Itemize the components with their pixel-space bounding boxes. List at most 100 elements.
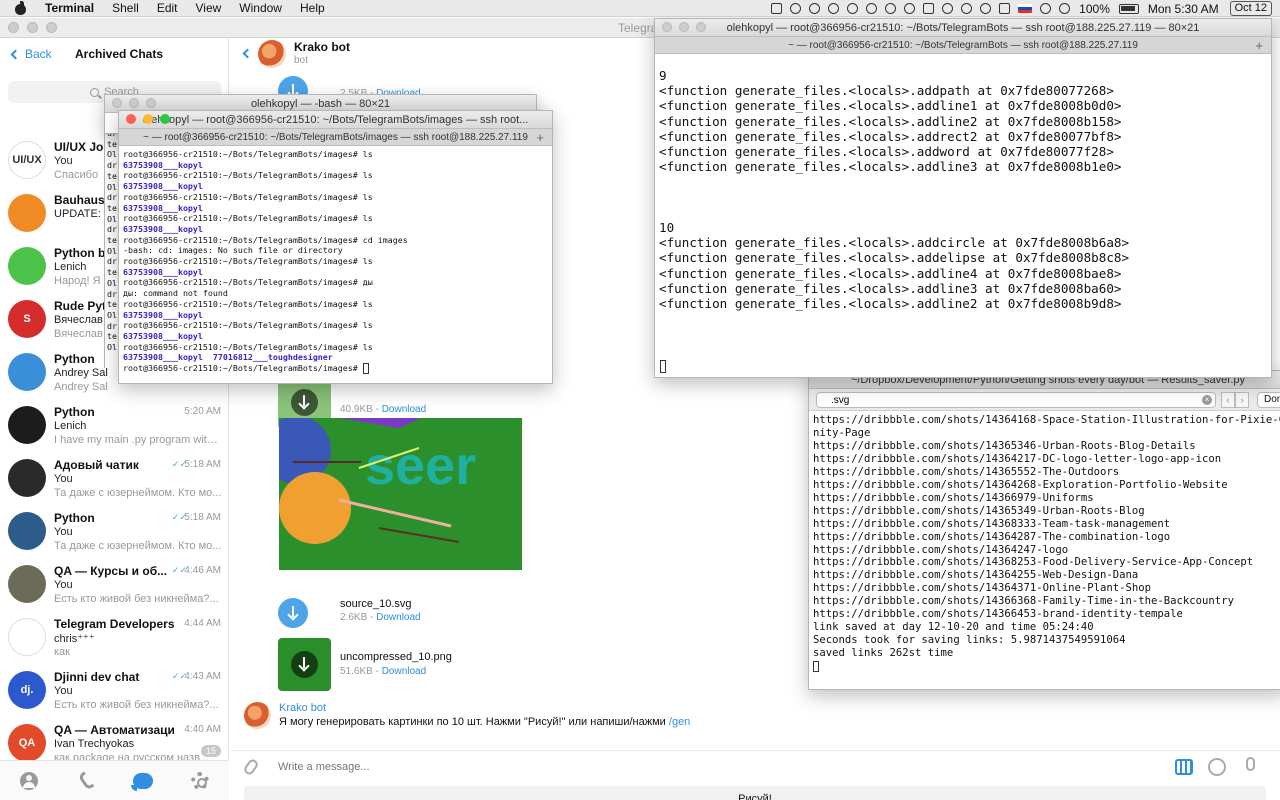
tab-settings[interactable]	[190, 771, 210, 791]
minimize-window-button[interactable]	[679, 22, 689, 32]
bluetooth-icon[interactable]	[961, 3, 973, 14]
chat-sender: Andrey Sal	[54, 367, 108, 379]
download-icon[interactable]	[291, 651, 318, 678]
file-message[interactable]: uncompressed_10.png 51.6KB - Download	[278, 638, 452, 691]
menubar-extra-icon[interactable]	[790, 3, 802, 14]
draw-keyboard-button[interactable]: Рисуй!	[244, 786, 1266, 800]
minimize-window-button[interactable]	[129, 98, 139, 108]
time-machine-icon[interactable]	[980, 3, 992, 14]
zoom-window-button[interactable]	[146, 98, 156, 108]
emoji-icon[interactable]	[1208, 758, 1226, 776]
menu-help[interactable]: Help	[300, 1, 325, 15]
clear-search-icon[interactable]: ×	[1202, 395, 1212, 405]
message-input[interactable]	[278, 758, 1158, 776]
wifi-icon[interactable]	[1059, 3, 1071, 14]
terminal-window-images[interactable]: olehkopyl — root@366956-cr21510: ~/Bots/…	[118, 110, 553, 384]
back-button[interactable]: Back	[10, 47, 52, 61]
menu-shell[interactable]: Shell	[112, 1, 139, 15]
clock-icon[interactable]	[866, 3, 878, 14]
file-name[interactable]: source_10.svg	[340, 598, 412, 610]
generated-image-preview[interactable]: seer	[279, 418, 522, 570]
find-next-button[interactable]: ›	[1235, 392, 1249, 408]
menubar-extra-icon[interactable]	[809, 3, 821, 14]
chat-title[interactable]: Krako bot	[294, 40, 350, 54]
download-link[interactable]: Download	[382, 666, 426, 677]
chat-name: Telegram Developers	[54, 617, 174, 631]
close-window-button[interactable]	[8, 22, 19, 33]
close-window-button[interactable]	[662, 22, 672, 32]
search-icon	[90, 87, 100, 97]
terminal-tab[interactable]: ~ — root@366956-cr21510: ~/Bots/Telegram…	[655, 37, 1271, 54]
paperclip-icon[interactable]	[242, 757, 260, 777]
terminal-window-telegrambots[interactable]: olehkopyl — root@366956-cr21510: ~/Bots/…	[654, 18, 1272, 378]
chat-list-item[interactable]: QA — Курсы и об... ✓✓ 4:46 AM You Есть кто ж…	[0, 558, 229, 611]
menubar-extra-icon[interactable]	[885, 3, 897, 14]
terminal-main-output[interactable]: 9 <function generate_files.<locals>.addp…	[655, 54, 1271, 362]
bot-keyboard-icon[interactable]	[1175, 759, 1193, 775]
terminal-saver-output[interactable]: https://dribbble.com/shots/14364168-Spac…	[809, 411, 1280, 676]
download-icon[interactable]	[291, 389, 318, 416]
input-source-flag-icon[interactable]	[1018, 4, 1033, 13]
chat-avatar: UI/UX	[8, 141, 46, 179]
menubar-extra-icon[interactable]	[904, 3, 916, 14]
menubar-date[interactable]: Oct 12	[1229, 1, 1272, 16]
microphone-icon[interactable]	[1246, 757, 1255, 771]
download-link[interactable]: Download	[376, 612, 420, 623]
menubar-extra-icon[interactable]	[942, 3, 954, 14]
menubar-extra-icon[interactable]	[847, 3, 859, 14]
new-tab-plus-icon[interactable]: +	[1255, 37, 1263, 53]
menu-edit[interactable]: Edit	[157, 1, 178, 15]
terminal-window-results-saver[interactable]: ~/Dropbox/Development/Python/Getting sho…	[808, 370, 1280, 690]
new-tab-plus-icon[interactable]: +	[536, 129, 544, 145]
volume-icon[interactable]	[1040, 3, 1052, 14]
chat-back-chevron-icon[interactable]	[242, 48, 253, 59]
terminal-tab-label: ~ — root@366956-cr21510: ~/Bots/Telegram…	[143, 132, 528, 143]
chat-list-item[interactable]: dj. Djinni dev chat ✓✓ 4:43 AM You Есть кто ж…	[0, 664, 229, 717]
file-name[interactable]: uncompressed_10.png	[340, 651, 452, 663]
file-message[interactable]: source_10.svg 2.6KB - Download	[278, 598, 421, 628]
command-line: root@366956-cr21510:~/Bots/TelegramBots/…	[123, 363, 363, 374]
menubar-clock[interactable]: Mon 5:30 AM	[1148, 2, 1219, 16]
menubar-extra-icon[interactable]	[771, 3, 783, 14]
find-previous-button[interactable]: ‹	[1221, 392, 1235, 408]
terminal-tab[interactable]: ~ — root@366956-cr21510: ~/Bots/Telegram…	[119, 129, 552, 146]
menu-app-terminal[interactable]: Terminal	[45, 1, 94, 15]
tab-calls[interactable]	[76, 770, 96, 791]
minimize-window-button[interactable]	[27, 22, 38, 33]
close-window-button[interactable]	[112, 98, 122, 108]
terminal-images-output[interactable]: root@366956-cr21510:~/Bots/TelegramBots/…	[119, 146, 552, 377]
download-link[interactable]: Download	[382, 404, 426, 415]
file-thumbnail[interactable]	[278, 638, 331, 691]
message-sender[interactable]: Krako bot	[279, 702, 326, 714]
tab-contacts[interactable]	[19, 771, 39, 791]
menu-view[interactable]: View	[196, 1, 222, 15]
gen-command-link[interactable]: /gen	[669, 716, 690, 728]
menu-window[interactable]: Window	[239, 1, 282, 15]
window-controls	[112, 98, 156, 108]
listing-line: 63753908___kopyl 77016812___toughdesigne…	[123, 352, 333, 363]
window-controls	[126, 114, 170, 124]
find-input[interactable]	[816, 392, 1216, 408]
bot-avatar[interactable]	[258, 40, 286, 68]
tab-chats[interactable]	[131, 771, 154, 791]
chat-list-item[interactable]: Python 5:20 AM Lenich I have my main .py pr…	[0, 399, 229, 452]
phone-icon	[77, 770, 95, 791]
minimize-window-button[interactable]	[143, 114, 153, 124]
chat-list-item[interactable]: Адовый чатик ✓✓ 5:18 AM You Та даже с юзерне…	[0, 452, 229, 505]
zoom-window-button[interactable]	[46, 22, 57, 33]
battery-icon[interactable]	[1118, 3, 1139, 14]
download-icon[interactable]	[278, 598, 308, 628]
close-window-button[interactable]	[126, 114, 136, 124]
chat-list-item[interactable]: Python ✓✓ 5:18 AM You Та даже с юзернеймом. …	[0, 505, 229, 558]
airplay-icon[interactable]	[999, 3, 1011, 14]
apple-menu-icon[interactable]	[14, 1, 28, 15]
saver-output-text: https://dribbble.com/shots/14364168-Spac…	[813, 414, 1280, 660]
find-done-button[interactable]: Done	[1257, 392, 1280, 408]
chat-sender: UPDATE:	[54, 208, 101, 220]
zoom-window-button[interactable]	[160, 114, 170, 124]
zoom-window-button[interactable]	[696, 22, 706, 32]
chat-list-item[interactable]: Telegram Developers 4:44 AM chris⁺⁺⁺ как	[0, 611, 229, 664]
menubar-extra-icon[interactable]	[923, 3, 935, 14]
bot-message-avatar[interactable]	[244, 702, 271, 729]
telegram-tray-icon[interactable]	[828, 3, 840, 14]
